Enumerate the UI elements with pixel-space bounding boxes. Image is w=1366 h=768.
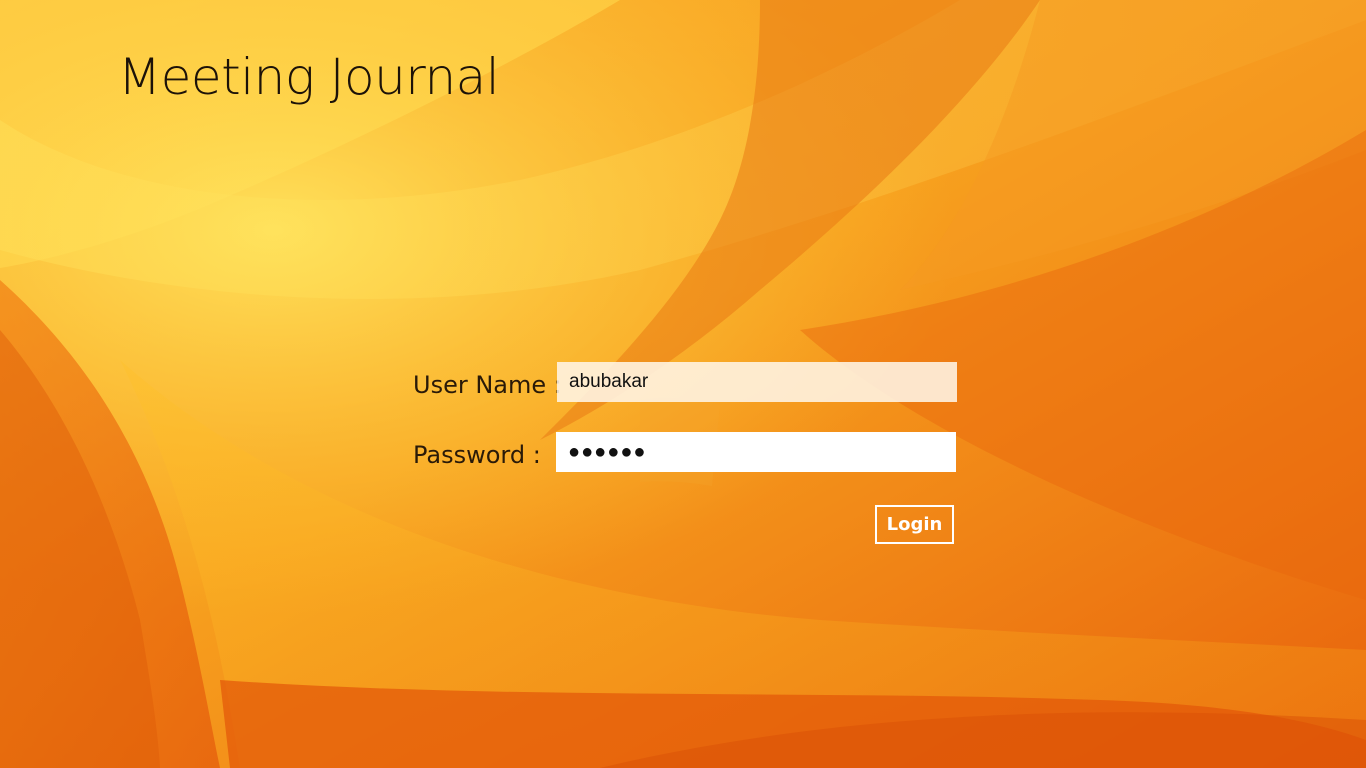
username-field[interactable]: abubakar (557, 362, 957, 402)
username-label: User Name : (413, 371, 562, 399)
app-title: Meeting Journal (118, 48, 500, 106)
password-label: Password : (413, 441, 541, 469)
password-field[interactable]: ●●●●●● (556, 432, 956, 472)
login-button[interactable]: Login (875, 505, 954, 544)
